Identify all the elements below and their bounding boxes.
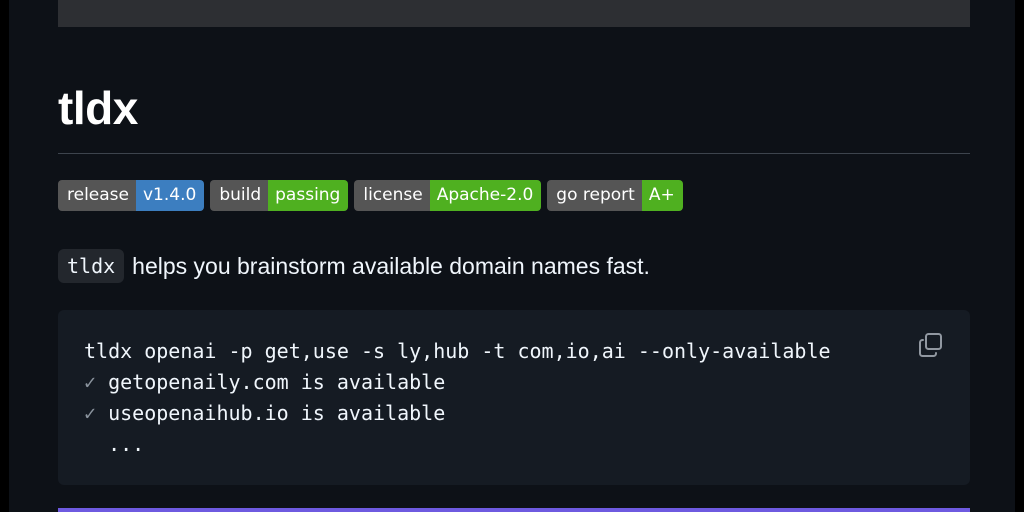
inline-code: tldx [58, 249, 125, 283]
description-text: helps you brainstorm available domain na… [132, 252, 650, 279]
copy-icon [919, 333, 942, 357]
code-command-line: tldx openai -p get,use -s ly,hub -t com,… [84, 339, 831, 363]
badge-value: A+ [641, 180, 683, 211]
code-result-line: getopenaily.com is available [108, 370, 446, 394]
badge-label: release [58, 180, 136, 211]
code-result-line: useopenaihub.io is available [108, 401, 446, 425]
title-divider [58, 153, 970, 154]
window-edge-right [1015, 0, 1024, 512]
badge-label: license [354, 180, 430, 211]
badge-license[interactable]: license Apache-2.0 [354, 180, 542, 211]
badge-label: go report [547, 180, 642, 211]
previous-content-block [58, 0, 970, 27]
description: tldx helps you brainstorm available doma… [58, 249, 650, 283]
next-content-block [58, 508, 970, 512]
badge-value: Apache-2.0 [429, 180, 542, 211]
badge-value: v1.4.0 [136, 180, 205, 211]
badge-release[interactable]: release v1.4.0 [58, 180, 205, 211]
badge-label: build [210, 180, 269, 211]
check-icon: ✓ [84, 370, 97, 394]
badge-build[interactable]: build passing [210, 180, 349, 211]
check-icon: ✓ [84, 401, 97, 425]
readme-title: tldx [58, 82, 138, 134]
copy-button[interactable] [918, 332, 944, 358]
badge-value: passing [268, 180, 349, 211]
badge-go-report[interactable]: go report A+ [547, 180, 683, 211]
window-edge-left [0, 0, 9, 512]
badge-row: release v1.4.0 build passing license Apa… [58, 180, 683, 211]
code-content: tldx openai -p get,use -s ly,hub -t com,… [84, 336, 831, 460]
readme-viewport: tldx release v1.4.0 build passing licens… [0, 0, 1024, 512]
code-ellipsis: ... [84, 432, 145, 456]
code-block: tldx openai -p get,use -s ly,hub -t com,… [58, 310, 970, 485]
